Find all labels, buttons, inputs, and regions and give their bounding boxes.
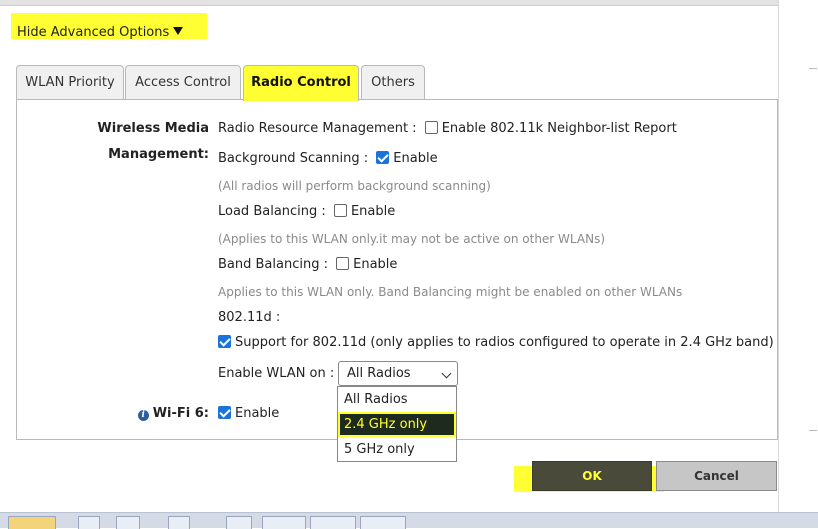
wifi6-label: Wi-Fi 6: bbox=[152, 406, 209, 421]
background-scanning-note: (All radios will perform background scan… bbox=[218, 179, 491, 193]
tab-label: Others bbox=[371, 75, 415, 90]
taskbar-app-icon[interactable] bbox=[262, 516, 306, 529]
cancel-button[interactable]: Cancel bbox=[656, 461, 777, 491]
taskbar-app-icon[interactable] bbox=[168, 516, 190, 529]
tab-others[interactable]: Others bbox=[361, 65, 425, 100]
rrm-checkbox[interactable] bbox=[424, 121, 438, 134]
taskbar bbox=[0, 512, 818, 529]
tab-access-control[interactable]: Access Control bbox=[125, 65, 241, 100]
taskbar-start-button[interactable] bbox=[8, 516, 56, 529]
enable-wlan-on-select[interactable]: All Radios bbox=[338, 361, 458, 386]
rrm-option-label: Enable 802.11k Neighbor-list Report bbox=[441, 121, 677, 136]
dot11d-row: Support for 802.11d (only applies to rad… bbox=[218, 335, 774, 350]
background-scanning-label: Background Scanning : bbox=[218, 151, 369, 166]
wmm-section-label-line1: Wireless Media bbox=[97, 121, 209, 136]
dot11d-checkbox[interactable] bbox=[218, 335, 231, 348]
load-balancing-row: Load Balancing : Enable bbox=[218, 204, 395, 219]
enable-wlan-on-label: Enable WLAN on : bbox=[218, 366, 335, 381]
band-balancing-note: Applies to this WLAN only. Band Balancin… bbox=[218, 285, 683, 299]
rrm-label: Radio Resource Management : bbox=[218, 121, 417, 136]
load-balancing-checkbox[interactable] bbox=[333, 204, 347, 217]
tab-label: Radio Control bbox=[251, 75, 351, 90]
enable-wlan-on-dropdown: All Radios 2.4 GHz only 5 GHz only bbox=[337, 386, 457, 462]
taskbar-app-icon[interactable] bbox=[360, 516, 406, 529]
tab-label: Access Control bbox=[135, 75, 231, 90]
band-balancing-label: Band Balancing : bbox=[218, 257, 328, 272]
taskbar-app-icon[interactable] bbox=[226, 516, 252, 529]
side-mark bbox=[809, 430, 817, 431]
background-scanning-row: Background Scanning : Enable bbox=[218, 151, 438, 166]
background-scanning-checkbox[interactable] bbox=[376, 151, 390, 164]
dropdown-option-all-radios[interactable]: All Radios bbox=[338, 387, 456, 412]
enable-wlan-on-value: All Radios bbox=[347, 366, 411, 381]
taskbar-app-icon[interactable] bbox=[310, 516, 356, 529]
rrm-row: Radio Resource Management : Enable 802.1… bbox=[218, 121, 677, 136]
side-mark bbox=[809, 68, 817, 69]
hide-advanced-options-toggle[interactable]: Hide Advanced Options bbox=[11, 13, 207, 39]
background-scanning-option-label: Enable bbox=[393, 151, 438, 166]
load-balancing-note: (Applies to this WLAN only.it may not be… bbox=[218, 232, 605, 246]
band-balancing-checkbox[interactable] bbox=[336, 257, 350, 270]
load-balancing-label: Load Balancing : bbox=[218, 204, 326, 219]
load-balancing-option-label: Enable bbox=[350, 204, 396, 219]
band-balancing-row: Band Balancing : Enable bbox=[218, 257, 397, 272]
wifi6-row: Enable bbox=[218, 406, 279, 421]
side-panel bbox=[778, 0, 818, 512]
band-balancing-option-label: Enable bbox=[353, 257, 398, 272]
dot11d-option-label: Support for 802.11d (only applies to rad… bbox=[235, 335, 774, 350]
tab-label: WLAN Priority bbox=[25, 75, 115, 90]
chevron-down-icon bbox=[441, 368, 452, 379]
wifi6-label-group: i Wi-Fi 6: bbox=[77, 406, 209, 421]
wifi6-checkbox[interactable] bbox=[218, 406, 231, 419]
dropdown-option-2-4ghz[interactable]: 2.4 GHz only bbox=[338, 412, 456, 437]
tab-radio-control[interactable]: Radio Control bbox=[243, 65, 359, 101]
taskbar-app-icon[interactable] bbox=[116, 516, 140, 529]
taskbar-app-icon[interactable] bbox=[78, 516, 100, 529]
caret-down-icon bbox=[173, 27, 184, 35]
dot11d-label: 802.11d : bbox=[218, 310, 281, 325]
wifi6-option-label: Enable bbox=[235, 406, 280, 421]
info-icon[interactable]: i bbox=[137, 410, 149, 421]
tab-wlan-priority[interactable]: WLAN Priority bbox=[16, 65, 124, 100]
hide-advanced-options-label: Hide Advanced Options bbox=[17, 25, 170, 40]
top-bar bbox=[0, 0, 778, 6]
ok-button[interactable]: OK bbox=[532, 461, 652, 491]
dropdown-option-5ghz[interactable]: 5 GHz only bbox=[338, 437, 456, 462]
wmm-section-label-line2: Management: bbox=[108, 147, 209, 162]
